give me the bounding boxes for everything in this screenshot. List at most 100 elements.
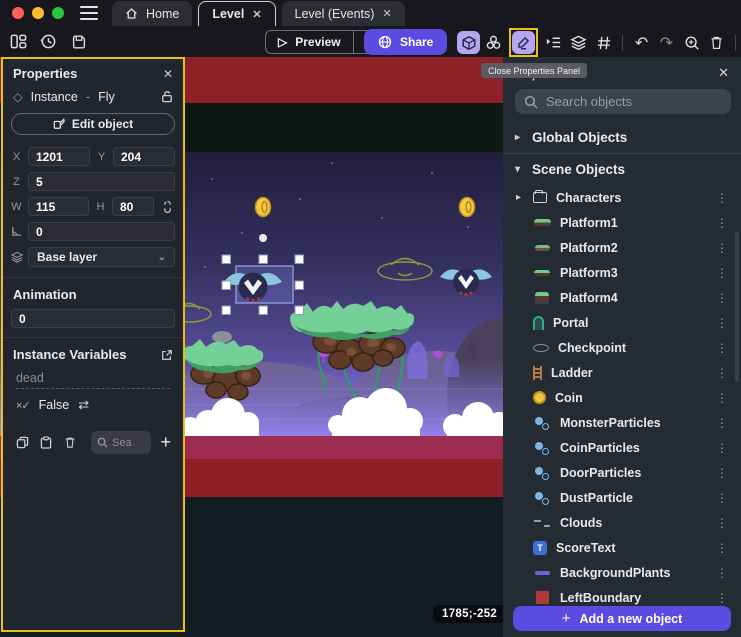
x-input[interactable] bbox=[28, 147, 90, 166]
toggle-3d-view-button[interactable] bbox=[457, 31, 480, 54]
object-row-backgroundplants[interactable]: BackgroundPlants ⋮ bbox=[503, 560, 741, 585]
toggle-value-icon[interactable]: ⇄ bbox=[78, 397, 89, 413]
object-row-coin[interactable]: Coin ⋮ bbox=[503, 385, 741, 410]
grid-button[interactable] bbox=[592, 31, 615, 54]
object-menu-icon[interactable]: ⋮ bbox=[713, 491, 731, 505]
zoom-button[interactable] bbox=[680, 31, 703, 54]
minimize-window-button[interactable] bbox=[32, 7, 44, 19]
scrollbar-thumb[interactable] bbox=[735, 232, 739, 382]
clouds-icon bbox=[533, 515, 551, 531]
external-link-icon[interactable] bbox=[161, 349, 173, 361]
object-menu-icon[interactable]: ⋮ bbox=[713, 566, 731, 580]
platform2-icon bbox=[533, 240, 551, 256]
search-icon bbox=[97, 437, 108, 448]
copy-button[interactable] bbox=[13, 436, 31, 449]
object-menu-icon[interactable]: ⋮ bbox=[713, 441, 731, 455]
object-row-doorparticles[interactable]: DoorParticles ⋮ bbox=[503, 460, 741, 485]
close-objects-panel-icon[interactable]: ✕ bbox=[718, 65, 729, 81]
add-object-button[interactable]: + Add a new object bbox=[513, 606, 731, 631]
objects-groups-button[interactable] bbox=[482, 31, 505, 54]
delete-variable-button[interactable] bbox=[61, 436, 79, 449]
object-menu-icon[interactable]: ⋮ bbox=[713, 241, 731, 255]
toggle-panels-button[interactable] bbox=[9, 32, 28, 51]
history-clock-icon bbox=[40, 33, 57, 50]
object-row-characters[interactable]: ▸ Characters ⋮ bbox=[503, 185, 741, 210]
redo-button[interactable]: ↷ bbox=[655, 31, 678, 54]
object-row-platform2[interactable]: Platform2 ⋮ bbox=[503, 235, 741, 260]
object-menu-icon[interactable]: ⋮ bbox=[713, 516, 731, 530]
undo-button[interactable]: ↶ bbox=[630, 31, 653, 54]
globe-icon bbox=[378, 35, 392, 49]
close-properties-panel-button[interactable] bbox=[512, 31, 535, 54]
objects-search[interactable] bbox=[515, 89, 731, 114]
object-row-platform4[interactable]: Platform4 ⋮ bbox=[503, 285, 741, 310]
lock-aspect-ratio-icon[interactable] bbox=[160, 200, 175, 213]
variable-name-field[interactable]: dead bbox=[16, 371, 170, 389]
object-menu-icon[interactable]: ⋮ bbox=[713, 466, 731, 480]
toolbar-divider bbox=[622, 35, 623, 51]
height-input[interactable] bbox=[112, 197, 154, 216]
instance-object-name: Fly bbox=[98, 90, 115, 104]
object-row-clouds[interactable]: Clouds ⋮ bbox=[503, 510, 741, 535]
zoom-window-button[interactable] bbox=[52, 7, 64, 19]
platform4-icon bbox=[533, 290, 551, 306]
variables-search-input[interactable] bbox=[112, 437, 132, 449]
variables-search[interactable] bbox=[91, 431, 151, 454]
object-row-platform1[interactable]: Platform1 ⋮ bbox=[503, 210, 741, 235]
object-row-platform3[interactable]: Platform3 ⋮ bbox=[503, 260, 741, 285]
close-window-button[interactable] bbox=[12, 7, 24, 19]
preview-button[interactable]: ▷ Preview bbox=[266, 31, 353, 53]
search-icon bbox=[524, 95, 538, 109]
history-button[interactable] bbox=[39, 32, 58, 51]
object-menu-icon[interactable]: ⋮ bbox=[713, 191, 731, 205]
y-input[interactable] bbox=[113, 147, 175, 166]
layer-select[interactable]: Base layer ⌄ bbox=[28, 247, 175, 267]
paste-button[interactable] bbox=[37, 436, 55, 449]
object-menu-icon[interactable]: ⋮ bbox=[713, 266, 731, 280]
add-variable-button[interactable]: + bbox=[160, 432, 175, 453]
title-bar: Home Level ✕ Level (Events) ✕ bbox=[0, 0, 741, 26]
object-menu-icon[interactable]: ⋮ bbox=[713, 391, 731, 405]
angle-input[interactable] bbox=[28, 222, 175, 241]
object-menu-icon[interactable]: ⋮ bbox=[713, 541, 731, 555]
object-row-portal[interactable]: Portal ⋮ bbox=[503, 310, 741, 335]
tab-level[interactable]: Level ✕ bbox=[198, 1, 275, 26]
unlock-icon[interactable] bbox=[161, 90, 173, 103]
object-row-checkpoint[interactable]: Checkpoint ⋮ bbox=[503, 335, 741, 360]
hamburger-menu-icon[interactable] bbox=[80, 6, 98, 20]
object-label: Platform1 bbox=[560, 216, 704, 230]
save-button[interactable] bbox=[69, 32, 88, 51]
animation-input[interactable] bbox=[11, 309, 175, 328]
close-tab-icon[interactable]: ✕ bbox=[382, 7, 391, 20]
close-tab-icon[interactable]: ✕ bbox=[252, 8, 261, 21]
close-properties-icon[interactable]: ✕ bbox=[163, 67, 173, 81]
object-row-dustparticle[interactable]: DustParticle ⋮ bbox=[503, 485, 741, 510]
object-row-monsterparticles[interactable]: MonsterParticles ⋮ bbox=[503, 410, 741, 435]
share-button[interactable]: Share bbox=[364, 29, 447, 55]
object-row-scoretext[interactable]: ScoreText ⋮ bbox=[503, 535, 741, 560]
object-menu-icon[interactable]: ⋮ bbox=[713, 416, 731, 430]
object-menu-icon[interactable]: ⋮ bbox=[713, 591, 731, 605]
object-label: CoinParticles bbox=[560, 441, 704, 455]
object-menu-icon[interactable]: ⋮ bbox=[713, 216, 731, 230]
delete-button[interactable] bbox=[705, 31, 728, 54]
objects-search-input[interactable] bbox=[546, 94, 722, 109]
width-input[interactable] bbox=[28, 197, 89, 216]
edit-object-button[interactable]: Edit object bbox=[11, 113, 175, 135]
object-menu-icon[interactable]: ⋮ bbox=[713, 291, 731, 305]
object-menu-icon[interactable]: ⋮ bbox=[713, 341, 731, 355]
object-menu-icon[interactable]: ⋮ bbox=[713, 316, 731, 330]
object-row-coinparticles[interactable]: CoinParticles ⋮ bbox=[503, 435, 741, 460]
object-menu-icon[interactable]: ⋮ bbox=[713, 366, 731, 380]
z-input[interactable] bbox=[28, 172, 175, 191]
instances-list-button[interactable] bbox=[542, 31, 565, 54]
group-global-objects[interactable]: ▸ Global Objects bbox=[503, 122, 741, 153]
tab-home[interactable]: Home bbox=[112, 1, 192, 26]
layers-button[interactable] bbox=[567, 31, 590, 54]
scene-objects-list: ▸ Characters ⋮ Platform1 ⋮ Platform2 ⋮ P… bbox=[503, 185, 741, 635]
group-scene-objects[interactable]: ▾ Scene Objects bbox=[503, 154, 741, 185]
variables-toolbar: + bbox=[3, 423, 183, 454]
object-row-ladder[interactable]: Ladder ⋮ bbox=[503, 360, 741, 385]
tab-level-events[interactable]: Level (Events) ✕ bbox=[282, 1, 405, 26]
caret-down-icon: ▾ bbox=[515, 164, 523, 175]
